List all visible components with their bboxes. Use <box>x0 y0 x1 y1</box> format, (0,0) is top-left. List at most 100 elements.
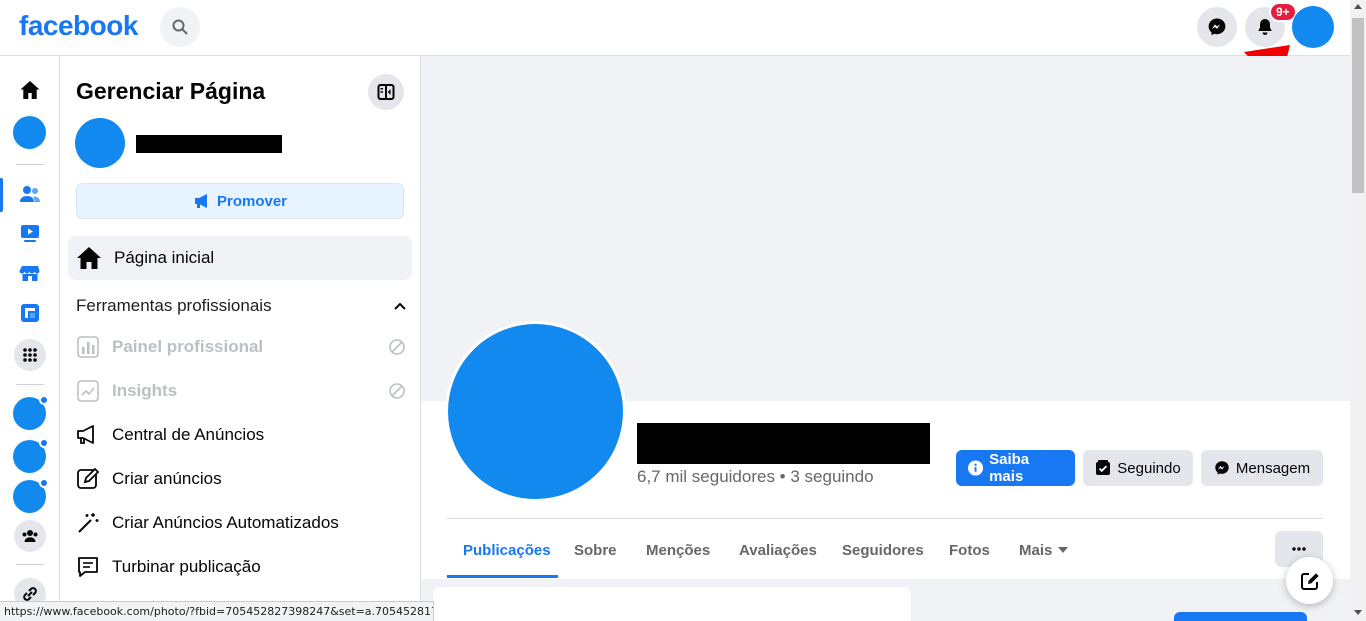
home-icon <box>20 81 40 99</box>
rail-profile-avatar[interactable] <box>13 116 46 149</box>
scroll-down-arrow-icon[interactable] <box>1354 610 1362 615</box>
tab-photos[interactable]: Fotos <box>949 531 990 569</box>
tab-about[interactable]: Sobre <box>574 531 617 569</box>
unavailable-icon <box>389 383 405 399</box>
rail-divider <box>16 384 44 385</box>
manage-page-panel: Gerenciar Página Promover Página inicial… <box>60 56 421 621</box>
unread-indicator <box>39 438 49 448</box>
more-dots-icon <box>1292 547 1306 551</box>
compose-icon <box>1300 572 1319 590</box>
menu-item-label: Central de Anúncios <box>112 425 265 444</box>
friends-icon <box>20 186 40 202</box>
tab-mentions[interactable]: Menções <box>646 531 710 569</box>
menu-item-label: Criar anúncios <box>112 469 222 488</box>
menu-item-boost-post[interactable]: Turbinar publicação <box>76 549 406 585</box>
rail-active-indicator <box>0 178 3 212</box>
following-label: Seguindo <box>1117 459 1181 477</box>
tab-reviews[interactable]: Avaliações <box>739 531 817 569</box>
account-avatar[interactable] <box>1292 6 1334 48</box>
search-icon <box>172 19 188 35</box>
sidebar-toggle-icon <box>377 84 395 100</box>
facebook-logo[interactable]: facebook <box>19 10 138 42</box>
menu-item-label: Insights <box>112 381 178 400</box>
professional-tools-header[interactable]: Ferramentas profissionais <box>76 296 406 316</box>
menu-item-professional-dashboard: Painel profissional <box>76 329 406 365</box>
new-message-button[interactable] <box>1286 557 1333 604</box>
menu-item-automated-ads[interactable]: Criar Anúncios Automatizados <box>76 505 406 541</box>
collapse-panel-button[interactable] <box>368 74 404 110</box>
messenger-icon <box>1208 18 1226 36</box>
edit-icon <box>76 467 100 491</box>
scrollbar-thumb[interactable] <box>1352 18 1364 193</box>
rail-watch[interactable] <box>12 215 48 251</box>
redacted-page-name <box>136 135 282 153</box>
promote-button[interactable]: Promover <box>76 183 404 219</box>
following-button[interactable]: Seguindo <box>1083 450 1193 486</box>
menu-item-insights: Insights <box>76 373 406 409</box>
page-avatar[interactable] <box>75 118 125 168</box>
page-home-item[interactable]: Página inicial <box>68 236 412 280</box>
follower-stats[interactable]: 6,7 mil seguidores • 3 seguindo <box>637 467 874 487</box>
tab-posts[interactable]: Publicações <box>463 531 551 569</box>
dashboard-icon <box>76 335 100 359</box>
learn-more-label: Saiba mais <box>989 451 1030 485</box>
panel-title: Gerenciar Página <box>76 78 266 104</box>
rail-friends[interactable] <box>12 176 48 212</box>
scroll-up-arrow-icon[interactable] <box>1354 4 1362 9</box>
menu-item-label: Painel profissional <box>112 337 264 356</box>
search-button[interactable] <box>160 7 200 47</box>
rail-home[interactable] <box>12 72 48 108</box>
grid-menu-icon <box>23 348 37 362</box>
caret-down-icon <box>1058 547 1069 553</box>
menu-item-label: Turbinar publicação <box>112 557 261 576</box>
left-icon-rail <box>0 56 60 621</box>
unavailable-icon <box>389 339 405 355</box>
link-status-url: https://www.facebook.com/photo/?fbid=705… <box>0 601 434 621</box>
content-card <box>433 587 911 621</box>
top-bar: facebook 9+ <box>0 0 1350 56</box>
rail-groups[interactable] <box>14 520 46 552</box>
content-button[interactable] <box>1174 612 1307 621</box>
menu-item-ad-center[interactable]: Central de Anúncios <box>76 417 406 453</box>
watch-icon <box>21 225 39 242</box>
megaphone-icon <box>76 423 100 447</box>
rail-divider <box>16 164 44 165</box>
tab-followers[interactable]: Seguidores <box>842 531 924 569</box>
rail-divider <box>16 564 44 565</box>
rail-menu[interactable] <box>14 339 46 371</box>
message-button[interactable]: Mensagem <box>1201 450 1323 486</box>
promote-label: Promover <box>216 192 288 210</box>
marketplace-icon <box>19 266 40 281</box>
following-check-icon <box>1096 460 1111 475</box>
tabs-divider <box>447 518 1323 519</box>
tab-more-label: Mais <box>1019 541 1053 559</box>
redacted-page-title <box>637 423 930 464</box>
groups-icon <box>22 530 38 542</box>
menu-item-label: Criar Anúncios Automatizados <box>112 513 339 532</box>
insights-icon <box>76 379 100 403</box>
boost-post-icon <box>76 555 100 579</box>
messenger-icon <box>1215 461 1229 475</box>
message-label: Mensagem <box>1235 459 1311 477</box>
messenger-button[interactable] <box>1197 7 1237 47</box>
rail-shortcut-avatar[interactable] <box>13 438 49 473</box>
menu-item-create-ads[interactable]: Criar anúncios <box>76 461 406 497</box>
profile-picture[interactable] <box>445 321 626 502</box>
home-icon <box>77 247 101 269</box>
unread-indicator <box>39 395 49 405</box>
magic-wand-icon <box>76 511 100 535</box>
active-tab-indicator <box>447 575 558 578</box>
page-home-label: Página inicial <box>114 248 215 267</box>
tab-more[interactable]: Mais <box>1019 531 1069 569</box>
megaphone-icon <box>194 194 207 208</box>
rail-feeds[interactable] <box>12 295 48 331</box>
chevron-up-icon <box>394 302 406 310</box>
rail-shortcut-avatar[interactable] <box>13 395 49 430</box>
section-title: Ferramentas profissionais <box>76 296 272 315</box>
info-icon <box>968 460 984 476</box>
rail-marketplace[interactable] <box>12 255 48 291</box>
unread-indicator <box>39 478 49 488</box>
rail-shortcut-avatar[interactable] <box>13 478 49 513</box>
learn-more-button[interactable]: Saiba mais <box>956 450 1075 486</box>
feeds-icon <box>21 304 39 322</box>
